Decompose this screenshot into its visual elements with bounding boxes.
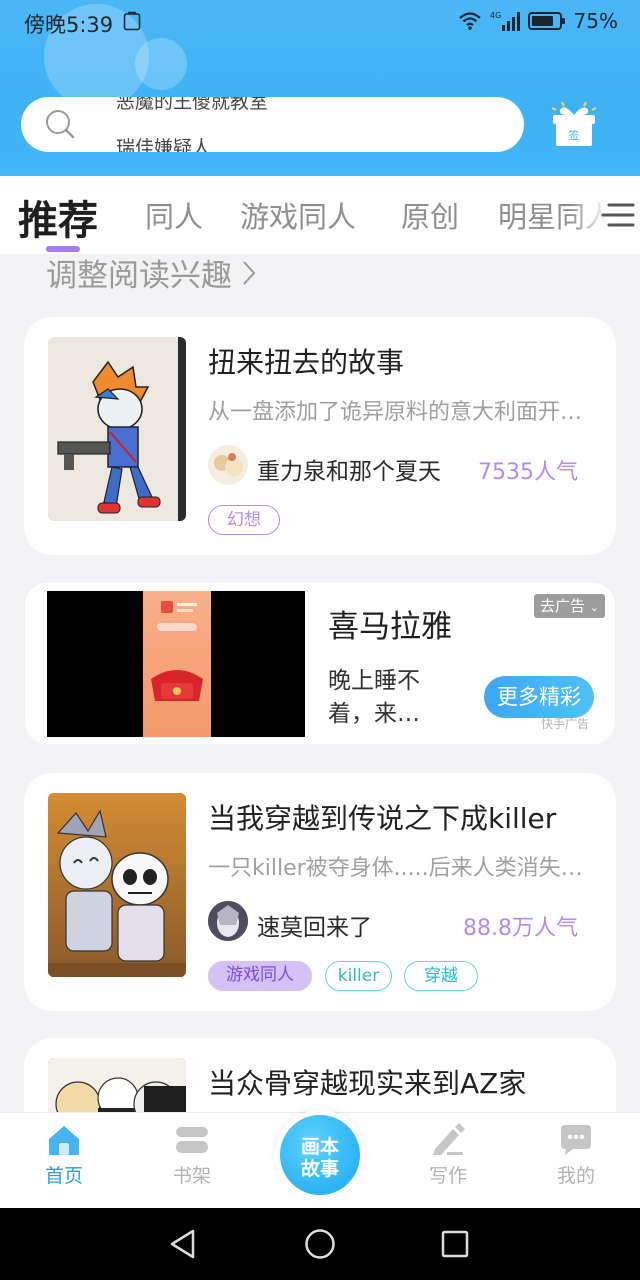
tab-original[interactable]: 原创 (401, 194, 459, 236)
story-title[interactable]: 当我穿越到传说之下成killer (208, 797, 556, 837)
author-name[interactable]: 速莫回来了 (257, 908, 372, 942)
back-icon[interactable] (168, 1228, 198, 1260)
story-card[interactable]: 当我穿越到传说之下成killer 一只killer被夺身体.....后来人类消失… (24, 773, 616, 1011)
center-button-line2: 故事 (300, 1158, 339, 1180)
checkin-gift-icon[interactable]: 签 (550, 102, 598, 148)
story-title[interactable]: 扭来扭去的故事 (208, 341, 404, 381)
popularity-count: 7535人气 (478, 460, 578, 485)
remove-ad-button[interactable]: 去广告 ⌄ (533, 594, 605, 618)
popularity-count: 88.8万人气 (463, 916, 578, 941)
center-button-line1: 画本 (300, 1136, 339, 1158)
pen-icon (433, 1123, 465, 1155)
status-bar: 傍晚5:39 4G 75% (0, 0, 640, 44)
signal-icon: 4G (490, 11, 520, 31)
ad-preview-image (143, 591, 211, 737)
story-tag[interactable]: 幻想 (208, 505, 280, 535)
nav-home-label: 首页 (44, 1165, 83, 1187)
chat-bubble-icon (561, 1125, 591, 1155)
avatar[interactable] (208, 445, 248, 485)
wifi-icon (458, 12, 481, 30)
menu-icon[interactable] (601, 200, 635, 230)
svg-text:签: 签 (569, 128, 580, 142)
bookshelf-icon (176, 1127, 208, 1153)
story-cover[interactable] (48, 793, 186, 977)
search-hint: 恶魔的王傻就教室 (116, 97, 269, 113)
tab-game-fanfic[interactable]: 游戏同人 (240, 194, 356, 236)
chevron-down-icon: ⌄ (589, 601, 599, 614)
nav-home[interactable]: 首页 (24, 1123, 104, 1188)
character-drawing-image (48, 337, 186, 521)
story-desc: 一只killer被夺身体.....后来人类消失了的故事 (208, 856, 593, 881)
adjust-interest-label: 调整阅读兴趣 (46, 258, 232, 294)
nav-bookshelf[interactable]: 书架 (152, 1123, 232, 1188)
story-tag[interactable]: 穿越 (404, 961, 478, 991)
ad-description: 晚上睡不着，来… (328, 668, 420, 727)
story-title[interactable]: 当众骨穿越现实来到AZ家 (208, 1062, 526, 1102)
network-type: 4G (490, 11, 501, 20)
remove-ad-label: 去广告 (539, 597, 585, 615)
app-header: 傍晚5:39 4G 75% 恶魔的王傻就教室 瑞佳嫌疑人 签 (0, 0, 640, 176)
story-card[interactable]: 扭来扭去的故事 从一盘添加了诡异原料的意大利面开始的故事 重力泉和那个夏天 75… (24, 317, 616, 555)
story-cover[interactable] (48, 337, 186, 521)
ad-source-label: 快手广告 (540, 717, 589, 731)
adjust-interest-link[interactable]: 调整阅读兴趣 (46, 250, 256, 295)
ad-title[interactable]: 喜马拉雅 (328, 601, 452, 646)
author-name[interactable]: 重力泉和那个夏天 (257, 452, 441, 486)
recents-icon[interactable] (441, 1230, 469, 1258)
search-bar[interactable]: 恶魔的王傻就教室 瑞佳嫌疑人 (21, 97, 524, 152)
home-icon (49, 1126, 79, 1155)
home-circle-icon[interactable] (304, 1228, 336, 1260)
skeleton-characters-image (48, 793, 186, 977)
story-desc: 从一盘添加了诡异原料的意大利面开始的故事 (208, 400, 593, 425)
story-tag[interactable]: 游戏同人 (208, 961, 312, 991)
system-nav-bar (0, 1208, 640, 1280)
search-icon (46, 110, 75, 139)
story-tag[interactable]: killer (325, 961, 392, 991)
chevron-right-icon (243, 260, 256, 285)
search-hint: 瑞佳嫌疑人 (116, 137, 212, 152)
nav-write[interactable]: 写作 (408, 1123, 488, 1188)
decor-bubble (135, 38, 187, 90)
nav-write-label: 写作 (428, 1165, 467, 1187)
status-time: 傍晚5:39 (24, 13, 114, 37)
ad-card[interactable]: 喜马拉雅 晚上睡不着，来… 去广告 ⌄ 更多精彩 快手广告 (25, 583, 615, 744)
clipboard-icon (123, 11, 141, 31)
avatar[interactable] (208, 901, 248, 941)
nav-bookshelf-label: 书架 (172, 1165, 211, 1187)
picture-story-button[interactable]: 画本 故事 (275, 1110, 365, 1200)
ad-cta-button[interactable]: 更多精彩 (484, 676, 594, 718)
nav-mine-label: 我的 (556, 1165, 595, 1187)
battery-percent: 75% (573, 9, 618, 33)
category-tabs: 推荐 同人 游戏同人 原创 明星同人 (0, 176, 640, 254)
tab-fanfic[interactable]: 同人 (145, 194, 203, 236)
battery-icon (527, 12, 565, 30)
nav-mine[interactable]: 我的 (536, 1123, 616, 1188)
tab-recommend[interactable]: 推荐 (18, 188, 98, 246)
ad-video[interactable] (47, 591, 305, 737)
